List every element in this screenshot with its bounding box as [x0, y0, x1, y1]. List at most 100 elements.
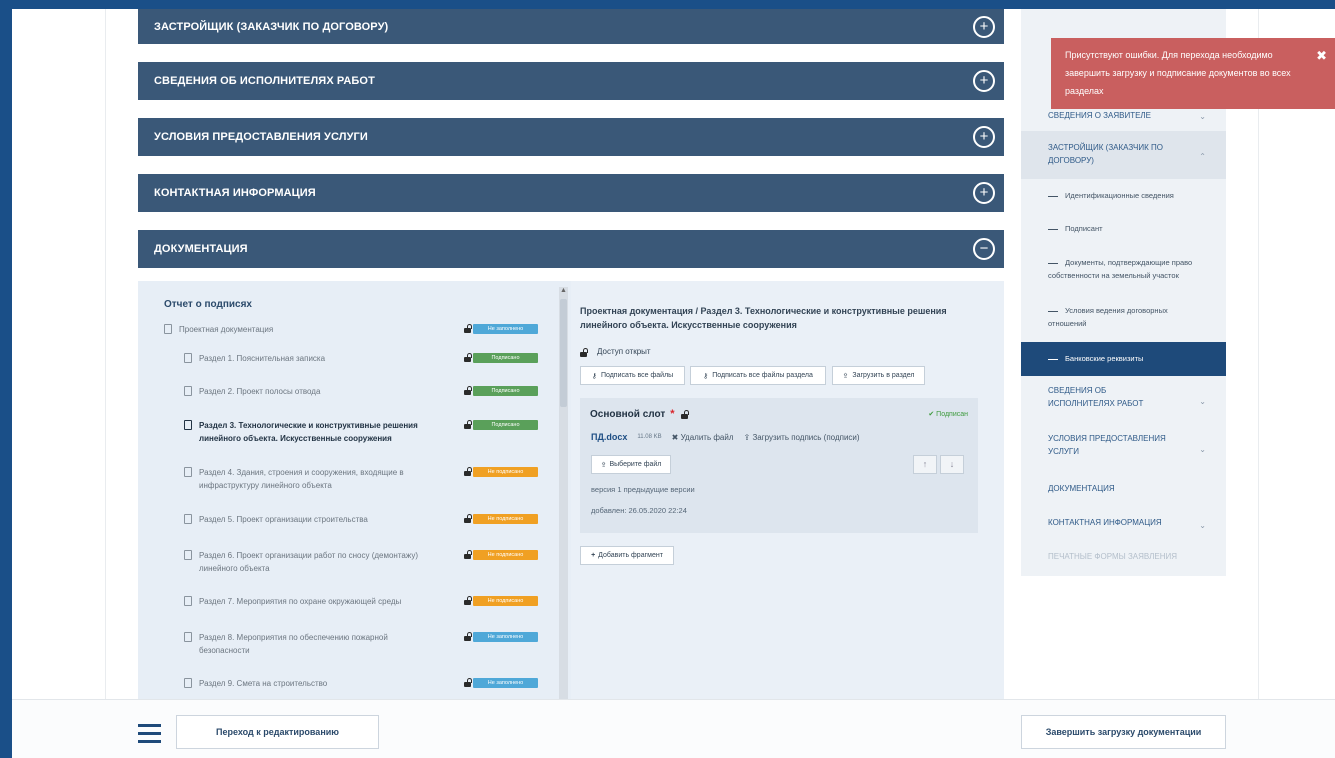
status-badge: Не подписано [473, 467, 538, 477]
choose-file-button[interactable]: ⇪ Выберите файл [591, 455, 671, 474]
nav-item-service-conditions[interactable]: УСЛОВИЯ ПРЕДОСТАВЛЕНИЯ УСЛУГИ ⌄ [1021, 432, 1226, 464]
tree-section-item[interactable]: Раздел 5. Проект организации строительст… [184, 513, 424, 526]
upload-icon: ⇪ [743, 432, 751, 442]
error-toast: Присутствуют ошибки. Для перехода необхо… [1051, 38, 1335, 109]
unlock-icon [464, 514, 473, 523]
accordion-header-service-conditions[interactable]: УСЛОВИЯ ПРЕДОСТАВЛЕНИЯ УСЛУГИ + [138, 118, 1004, 156]
status-badge: Не заполнено [473, 632, 538, 642]
status-badge: Подписано [473, 353, 538, 363]
file-icon [184, 596, 192, 606]
accordion-header-contact-info[interactable]: КОНТАКТНАЯ ИНФОРМАЦИЯ + [138, 174, 1004, 212]
unlock-icon [464, 632, 473, 641]
unlock-icon [464, 386, 473, 395]
status-badge: Подписано [473, 386, 538, 396]
file-size: 11.08 KB [637, 434, 662, 440]
move-up-button[interactable]: ↑ [913, 455, 937, 474]
page: ЗАСТРОЙЩИК (ЗАКАЗЧИК ПО ДОГОВОРУ) + СВЕД… [12, 9, 1335, 758]
file-icon [184, 353, 192, 363]
add-fragment-button[interactable]: + Добавить фрагмент [580, 546, 674, 565]
nav-subitem-signatory[interactable]: Подписант [1021, 222, 1226, 238]
tree-section-item[interactable]: Раздел 4. Здания, строения и сооружения,… [184, 466, 424, 492]
nav-subitem-contract-conditions[interactable]: Условия ведения договорных отношений [1021, 304, 1226, 334]
tree-section-item[interactable]: Раздел 1. Пояснительная записка [184, 352, 424, 365]
file-row: ПД.docx 11.08 KB ✖ Удалить файл ⇪ Загруз… [591, 432, 860, 442]
scrollbar[interactable]: ▲ [559, 287, 568, 701]
accordion-header-documentation[interactable]: ДОКУМЕНТАЦИЯ − [138, 230, 1004, 268]
upload-icon: ⇪ [600, 461, 607, 469]
expand-icon[interactable]: + [973, 182, 995, 204]
upload-icon: ⇪ [842, 372, 849, 380]
dash-icon [1048, 262, 1058, 264]
nav-item-developer[interactable]: ЗАСТРОЙЩИК (ЗАКАЗЧИК ПО ДОГОВОРУ) ⌃ [1021, 131, 1226, 179]
sign-all-files-button[interactable]: ⚷ Подписать все файлы [580, 366, 685, 385]
accordion-header-developer[interactable]: ЗАСТРОЙЩИК (ЗАКАЗЧИК ПО ДОГОВОРУ) + [138, 9, 1004, 44]
slot-status: ✔ Подписан [928, 411, 968, 418]
bottom-toolbar: Переход к редактированию Завершить загру… [12, 699, 1335, 758]
chevron-up-icon: ⌃ [1199, 152, 1206, 161]
expand-icon[interactable]: + [973, 15, 995, 38]
nav-item-documentation[interactable]: ДОКУМЕНТАЦИЯ [1021, 482, 1226, 498]
unlock-icon [464, 678, 473, 687]
tree-root-item[interactable]: Проектная документация [164, 323, 444, 336]
upload-signature-button[interactable]: ⇪ Загрузить подпись (подписи) [744, 433, 860, 442]
required-icon: * [670, 408, 675, 420]
accordion-label: УСЛОВИЯ ПРЕДОСТАВЛЕНИЯ УСЛУГИ [154, 131, 368, 143]
dash-icon [1048, 358, 1058, 360]
version-info[interactable]: версия 1 предыдущие версии [591, 485, 695, 494]
dash-icon [1048, 195, 1058, 197]
nav-subitem-bank-details[interactable]: Банковские реквизиты [1021, 342, 1226, 376]
nav-item-contractors[interactable]: СВЕДЕНИЯ ОБ ИСПОЛНИТЕЛЯХ РАБОТ ⌄ [1021, 384, 1226, 416]
accordion-label: ДОКУМЕНТАЦИЯ [154, 243, 248, 255]
dash-icon [1048, 310, 1058, 312]
nav-subitem-identification[interactable]: Идентификационные сведения [1021, 189, 1226, 205]
menu-icon[interactable] [138, 724, 161, 743]
status-badge: Не заполнено [473, 324, 538, 334]
accordion-header-contractors[interactable]: СВЕДЕНИЯ ОБ ИСПОЛНИТЕЛЯХ РАБОТ + [138, 62, 1004, 100]
tree-section-item[interactable]: Раздел 8. Мероприятия по обеспечению пож… [184, 631, 424, 657]
accordion-label: КОНТАКТНАЯ ИНФОРМАЦИЯ [154, 187, 316, 199]
status-badge: Не заполнено [473, 678, 538, 688]
slot-title: Основной слот * [590, 408, 690, 420]
close-icon[interactable]: ✖ [1316, 47, 1327, 65]
nav-item-print-forms: ПЕЧАТНЫЕ ФОРМЫ ЗАЯВЛЕНИЯ [1048, 552, 1178, 561]
edit-mode-button[interactable]: Переход к редактированию [176, 715, 379, 749]
tree-section-item[interactable]: Раздел 2. Проект полосы отвода [184, 385, 424, 398]
report-title: Отчет о подписях [164, 299, 252, 310]
finish-upload-button[interactable]: Завершить загрузку документации [1021, 715, 1226, 749]
expand-icon[interactable]: + [973, 126, 995, 148]
tree-section-item[interactable]: Раздел 6. Проект организации работ по сн… [184, 549, 424, 575]
upload-to-section-button[interactable]: ⇪ Загрузить в раздел [832, 366, 925, 385]
status-badge: Не подписано [473, 550, 538, 560]
scroll-up-icon[interactable]: ▲ [559, 287, 568, 297]
tree-section-item[interactable]: Раздел 7. Мероприятия по охране окружающ… [184, 595, 424, 608]
scrollbar-thumb[interactable] [560, 299, 567, 407]
chevron-down-icon: ⌄ [1199, 445, 1206, 454]
nav-subitem-ownership-documents[interactable]: Документы, подтверждающие право собствен… [1021, 256, 1226, 286]
status-badge: Не подписано [473, 596, 538, 606]
sign-section-files-button[interactable]: ⚷ Подписать все файлы раздела [690, 366, 826, 385]
chevron-down-icon: ⌄ [1199, 397, 1206, 406]
access-status: Доступ открыт [580, 347, 651, 357]
move-down-button[interactable]: ↓ [940, 455, 964, 474]
collapse-icon[interactable]: − [973, 238, 995, 260]
file-name-link[interactable]: ПД.docx [591, 432, 627, 442]
unlock-icon [680, 410, 690, 419]
main-slot: Основной слот * ✔ Подписан ПД.docx 11.08… [580, 398, 978, 533]
section-title: Проектная документация / Раздел 3. Техно… [580, 306, 947, 330]
error-message: Присутствуют ошибки. Для перехода необхо… [1065, 50, 1291, 96]
file-icon [184, 678, 192, 688]
accordion-label: ЗАСТРОЙЩИК (ЗАКАЗЧИК ПО ДОГОВОРУ) [154, 20, 389, 33]
delete-icon: ✖ [671, 432, 679, 442]
nav-item-contact-info[interactable]: КОНТАКТНАЯ ИНФОРМАЦИЯ ⌄ [1021, 516, 1226, 532]
unlock-icon [464, 550, 473, 559]
file-icon [184, 514, 192, 524]
added-date: добавлен: 26.05.2020 22:24 [591, 506, 687, 515]
unlock-icon [464, 353, 473, 362]
expand-icon[interactable]: + [973, 70, 995, 92]
tree-section-item[interactable]: Раздел 3. Технологические и конструктивн… [184, 419, 424, 445]
delete-file-button[interactable]: ✖ Удалить файл [672, 433, 734, 442]
tree-section-item[interactable]: Раздел 9. Смета на строительство [184, 677, 424, 690]
section-detail: Проектная документация / Раздел 3. Техно… [571, 281, 1004, 701]
chevron-down-icon: ⌄ [1199, 521, 1206, 530]
unlock-icon [464, 596, 473, 605]
